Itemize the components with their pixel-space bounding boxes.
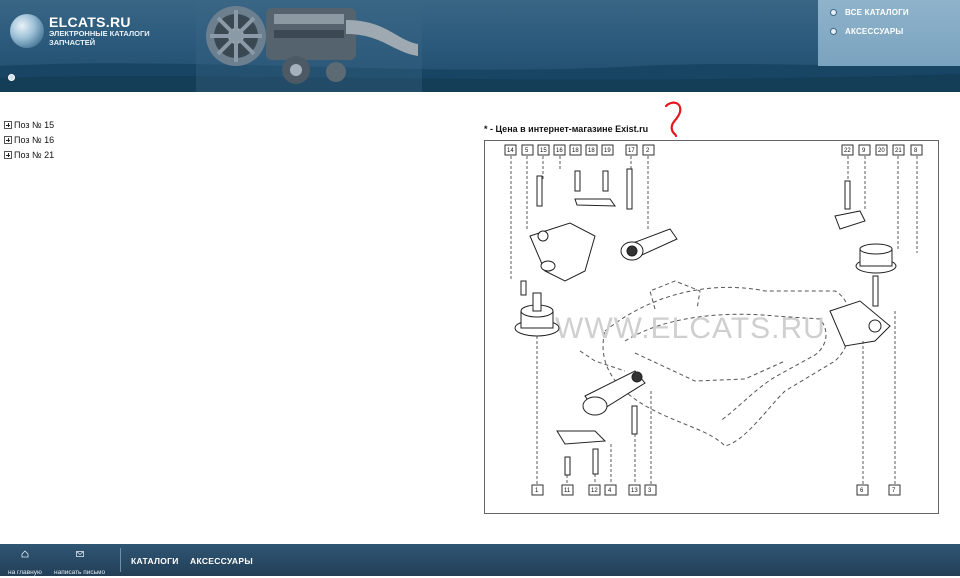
- brand-logo[interactable]: ELCATS.RU: [49, 14, 131, 30]
- tree-item-pos-21[interactable]: Поз № 21: [4, 147, 54, 162]
- home-label: на главную: [8, 569, 42, 576]
- callout-15[interactable]: 15: [537, 144, 550, 156]
- callout-17[interactable]: 17: [625, 144, 638, 156]
- brand-subtitle-line-2: ЗАПЧАСТЕЙ: [49, 38, 96, 47]
- brand-subtitle-line-1: ЭЛЕКТРОННЫЕ КАТАЛОГИ: [49, 29, 150, 38]
- svg-text:16: 16: [556, 148, 563, 154]
- svg-text:17: 17: [628, 148, 635, 154]
- svg-text:22: 22: [844, 148, 851, 154]
- tree-item-pos-15[interactable]: Поз № 15: [4, 117, 54, 132]
- svg-text:20: 20: [878, 148, 885, 154]
- position-tree: Поз № 15 Поз № 16 Поз № 21: [4, 117, 54, 162]
- write-letter-button[interactable]: написать письмо: [54, 550, 105, 578]
- callout-7[interactable]: 7: [888, 484, 901, 496]
- callout-2[interactable]: 2: [642, 144, 655, 156]
- tree-item-label[interactable]: Поз № 21: [14, 150, 54, 160]
- header-bullet-icon[interactable]: [8, 74, 15, 81]
- svg-text:14: 14: [507, 148, 514, 154]
- logo-globe-icon[interactable]: [10, 14, 44, 48]
- header-wave-decoration: [0, 63, 960, 92]
- callout-1[interactable]: 1: [531, 484, 544, 496]
- menu-accessories[interactable]: АКСЕССУАРЫ: [830, 27, 903, 36]
- svg-text:18: 18: [572, 148, 579, 154]
- home-icon: [21, 550, 29, 558]
- callout-18b[interactable]: 18: [585, 144, 598, 156]
- callout-16[interactable]: 16: [553, 144, 566, 156]
- callout-4[interactable]: 4: [604, 484, 617, 496]
- header-right-menu: ВСЕ КАТАЛОГИ АКСЕССУАРЫ: [818, 0, 960, 66]
- menu-all-catalogs-label: ВСЕ КАТАЛОГИ: [845, 8, 909, 17]
- expand-plus-icon[interactable]: [4, 150, 12, 159]
- svg-text:12: 12: [591, 488, 598, 494]
- expand-plus-icon[interactable]: [4, 135, 12, 144]
- footer-link-accessories[interactable]: АКСЕССУАРЫ: [190, 556, 253, 566]
- callout-6[interactable]: 6: [856, 484, 869, 496]
- callout-18[interactable]: 18: [569, 144, 582, 156]
- home-button[interactable]: на главную: [8, 550, 42, 578]
- parts-diagram: WWW.ELCATS.RU 14 5 15 16 18 18 19 17 2 2…: [484, 140, 939, 514]
- callout-5[interactable]: 5: [521, 144, 534, 156]
- svg-text:11: 11: [564, 488, 571, 494]
- menu-accessories-label: АКСЕССУАРЫ: [845, 27, 904, 36]
- watermark: WWW.ELCATS.RU: [555, 312, 826, 345]
- site-header: ELCATS.RU ЭЛЕКТРОННЫЕ КАТАЛОГИ ЗАПЧАСТЕЙ…: [0, 0, 960, 92]
- menu-all-catalogs[interactable]: ВСЕ КАТАЛОГИ: [830, 8, 909, 17]
- svg-text:15: 15: [540, 148, 547, 154]
- expand-plus-icon[interactable]: [4, 120, 12, 129]
- svg-text:19: 19: [604, 148, 611, 154]
- tree-item-pos-16[interactable]: Поз № 16: [4, 132, 54, 147]
- footer-link-catalogs[interactable]: КАТАЛОГИ: [131, 556, 179, 566]
- callout-20[interactable]: 20: [875, 144, 888, 156]
- parts-diagram-drawing: WWW.ELCATS.RU 14 5 15 16 18 18 19 17 2 2…: [504, 144, 923, 496]
- callout-3[interactable]: 3: [644, 484, 657, 496]
- mail-icon: [75, 551, 84, 557]
- callout-12[interactable]: 12: [588, 484, 601, 496]
- callout-22[interactable]: 22: [841, 144, 854, 156]
- callout-19[interactable]: 19: [601, 144, 614, 156]
- svg-text:13: 13: [631, 488, 638, 494]
- callout-9[interactable]: 9: [858, 144, 871, 156]
- svg-text:18: 18: [588, 148, 595, 154]
- brand-subtitle: ЭЛЕКТРОННЫЕ КАТАЛОГИ ЗАПЧАСТЕЙ: [49, 29, 159, 47]
- bullet-icon: [830, 28, 837, 35]
- callout-8[interactable]: 8: [910, 144, 923, 156]
- price-note: * - Цена в интернет-магазине Exist.ru: [484, 124, 649, 134]
- engine-illustration: [196, 0, 422, 92]
- callout-13[interactable]: 13: [628, 484, 641, 496]
- callout-14[interactable]: 14: [504, 144, 517, 156]
- tree-item-label[interactable]: Поз № 15: [14, 120, 54, 130]
- footer-divider: [120, 548, 121, 572]
- tree-item-label[interactable]: Поз № 16: [14, 135, 54, 145]
- callout-11[interactable]: 11: [561, 484, 574, 496]
- callout-21[interactable]: 21: [892, 144, 905, 156]
- write-letter-label: написать письмо: [54, 569, 106, 576]
- svg-text:21: 21: [895, 148, 902, 154]
- bullet-icon: [830, 9, 837, 16]
- site-footer: на главную написать письмо КАТАЛОГИ АКСЕ…: [0, 544, 960, 576]
